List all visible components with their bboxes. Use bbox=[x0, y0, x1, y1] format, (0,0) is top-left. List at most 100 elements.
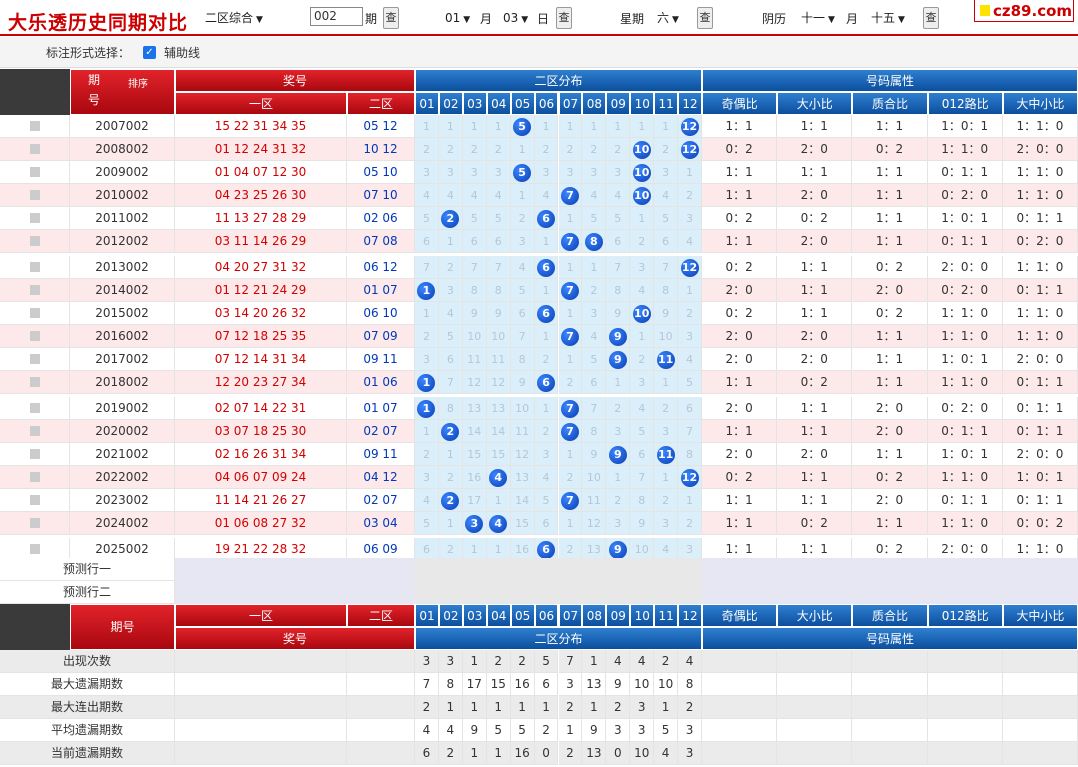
dist-miss: 2 bbox=[462, 138, 487, 161]
row-attr: 2：0：0 bbox=[1002, 138, 1078, 161]
query-date-button[interactable]: 查 bbox=[556, 7, 572, 29]
dist-ball: 10 bbox=[630, 138, 655, 161]
footer-dist-col-02: 02 bbox=[438, 604, 463, 627]
stat-value: 13 bbox=[582, 742, 607, 765]
dist-ball: 7 bbox=[558, 489, 583, 512]
stat-zone2-cell bbox=[347, 719, 415, 742]
dist-miss: 8 bbox=[606, 279, 631, 302]
stat-zone2-cell bbox=[347, 696, 415, 719]
dist-miss: 8 bbox=[654, 279, 679, 302]
dist-miss: 5 bbox=[462, 207, 487, 230]
dist-miss: 3 bbox=[582, 161, 607, 184]
footer-zone1-header: 一区 bbox=[175, 604, 347, 627]
row-attr: 1：1：0 bbox=[927, 325, 1003, 348]
footer-dist-col-05: 05 bbox=[510, 604, 535, 627]
dist-ball: 6 bbox=[534, 207, 559, 230]
row-front-numbers: 01 12 24 31 32 bbox=[175, 138, 347, 161]
dist-miss: 1 bbox=[630, 207, 655, 230]
row-back-numbers: 01 06 bbox=[347, 371, 415, 394]
period-input[interactable]: 002 bbox=[310, 7, 363, 26]
stat-value: 16 bbox=[510, 742, 535, 765]
dist-miss: 4 bbox=[486, 184, 511, 207]
guide-line-checkbox[interactable]: ✓ bbox=[143, 46, 156, 59]
dist-miss: 9 bbox=[486, 302, 511, 325]
dist-ball: 5 bbox=[510, 161, 535, 184]
period-label: 期 bbox=[365, 12, 378, 26]
dist-miss: 1 bbox=[415, 115, 439, 138]
stat-value: 0 bbox=[534, 742, 559, 765]
lunar-month-label: 月 bbox=[846, 12, 859, 26]
predict-dist-cell[interactable] bbox=[415, 581, 702, 604]
dist-miss: 6 bbox=[462, 230, 487, 253]
dist-ball: 5 bbox=[510, 115, 535, 138]
stat-attr-cell bbox=[927, 696, 1003, 719]
lunar-day-select[interactable]: 十五 ▼ bbox=[871, 8, 905, 28]
footer-attribute-header: 号码属性 bbox=[702, 627, 1078, 650]
predict-row-label[interactable]: 预测行一 bbox=[0, 558, 175, 581]
predict-row-label[interactable]: 预测行二 bbox=[0, 581, 175, 604]
row-front-numbers: 12 20 23 27 34 bbox=[175, 371, 347, 394]
query-week-button[interactable]: 查 bbox=[697, 7, 713, 29]
stat-attr-cell bbox=[777, 742, 853, 765]
row-attr: 2：0 bbox=[777, 184, 853, 207]
dist-miss: 1 bbox=[558, 512, 583, 535]
row-attr: 0：2 bbox=[852, 466, 928, 489]
zone-select[interactable]: 二区综合 ▼ bbox=[205, 8, 263, 28]
stat-value: 3 bbox=[678, 742, 702, 765]
sort-button[interactable]: 排序 bbox=[118, 75, 158, 95]
dist-miss: 7 bbox=[438, 371, 463, 394]
day-select[interactable]: 03 ▼ bbox=[503, 8, 528, 28]
stat-value: 9 bbox=[582, 719, 607, 742]
dist-miss: 3 bbox=[415, 161, 439, 184]
footer-dist-col-11: 11 bbox=[654, 604, 679, 627]
row-attr: 2：0 bbox=[777, 325, 853, 348]
dist-miss: 2 bbox=[510, 207, 535, 230]
row-attr: 2：0 bbox=[777, 138, 853, 161]
row-attr: 2：0 bbox=[777, 443, 853, 466]
query-lunar-button[interactable]: 查 bbox=[923, 7, 939, 29]
row-avatar bbox=[0, 161, 70, 184]
row-avatar bbox=[0, 279, 70, 302]
dist-miss: 7 bbox=[678, 420, 702, 443]
stat-value: 8 bbox=[678, 673, 702, 696]
dist-miss: 1 bbox=[678, 489, 702, 512]
dist-miss: 12 bbox=[582, 512, 607, 535]
predict-award-cell[interactable] bbox=[175, 581, 415, 604]
row-attr: 2：0 bbox=[702, 348, 778, 371]
stat-value: 7 bbox=[415, 673, 439, 696]
stat-zone1-cell bbox=[175, 719, 347, 742]
week-select[interactable]: 六 ▼ bbox=[657, 8, 679, 28]
dist-miss: 4 bbox=[438, 302, 463, 325]
month-select[interactable]: 01 ▼ bbox=[445, 8, 470, 28]
stat-value: 0 bbox=[606, 742, 631, 765]
row-period: 2023002 bbox=[70, 489, 175, 512]
lunar-month-select[interactable]: 十一 ▼ bbox=[801, 8, 835, 28]
predict-dist-cell[interactable] bbox=[415, 558, 702, 581]
footer-dist-col-01: 01 bbox=[415, 604, 439, 627]
stat-label: 最大遗漏期数 bbox=[0, 673, 175, 696]
footer-dist-col-09: 09 bbox=[606, 604, 631, 627]
site-logo[interactable]: cz89.com bbox=[974, 0, 1074, 22]
predict-award-cell[interactable] bbox=[175, 558, 415, 581]
dist-miss: 1 bbox=[534, 230, 559, 253]
row-attr: 1：0：1 bbox=[927, 115, 1003, 138]
row-attr: 2：0 bbox=[852, 397, 928, 420]
stat-value: 4 bbox=[678, 650, 702, 673]
dist-miss: 5 bbox=[678, 371, 702, 394]
query-period-button[interactable]: 查 bbox=[383, 7, 399, 29]
row-attr: 1：1：0 bbox=[1002, 184, 1078, 207]
attribute-header: 号码属性 bbox=[702, 69, 1078, 92]
row-avatar bbox=[0, 371, 70, 394]
dist-miss: 2 bbox=[582, 279, 607, 302]
dist-ball: 9 bbox=[606, 325, 631, 348]
row-attr: 0：1：1 bbox=[927, 230, 1003, 253]
row-attr: 1：1 bbox=[777, 489, 853, 512]
row-attr: 1：1：0 bbox=[1002, 115, 1078, 138]
footer-dist-col-08: 08 bbox=[582, 604, 607, 627]
row-attr: 1：1 bbox=[852, 325, 928, 348]
dist-miss: 6 bbox=[510, 302, 535, 325]
dist-miss: 8 bbox=[582, 420, 607, 443]
dist-miss: 1 bbox=[678, 279, 702, 302]
dist-miss: 2 bbox=[558, 371, 583, 394]
row-attr: 1：1 bbox=[702, 184, 778, 207]
